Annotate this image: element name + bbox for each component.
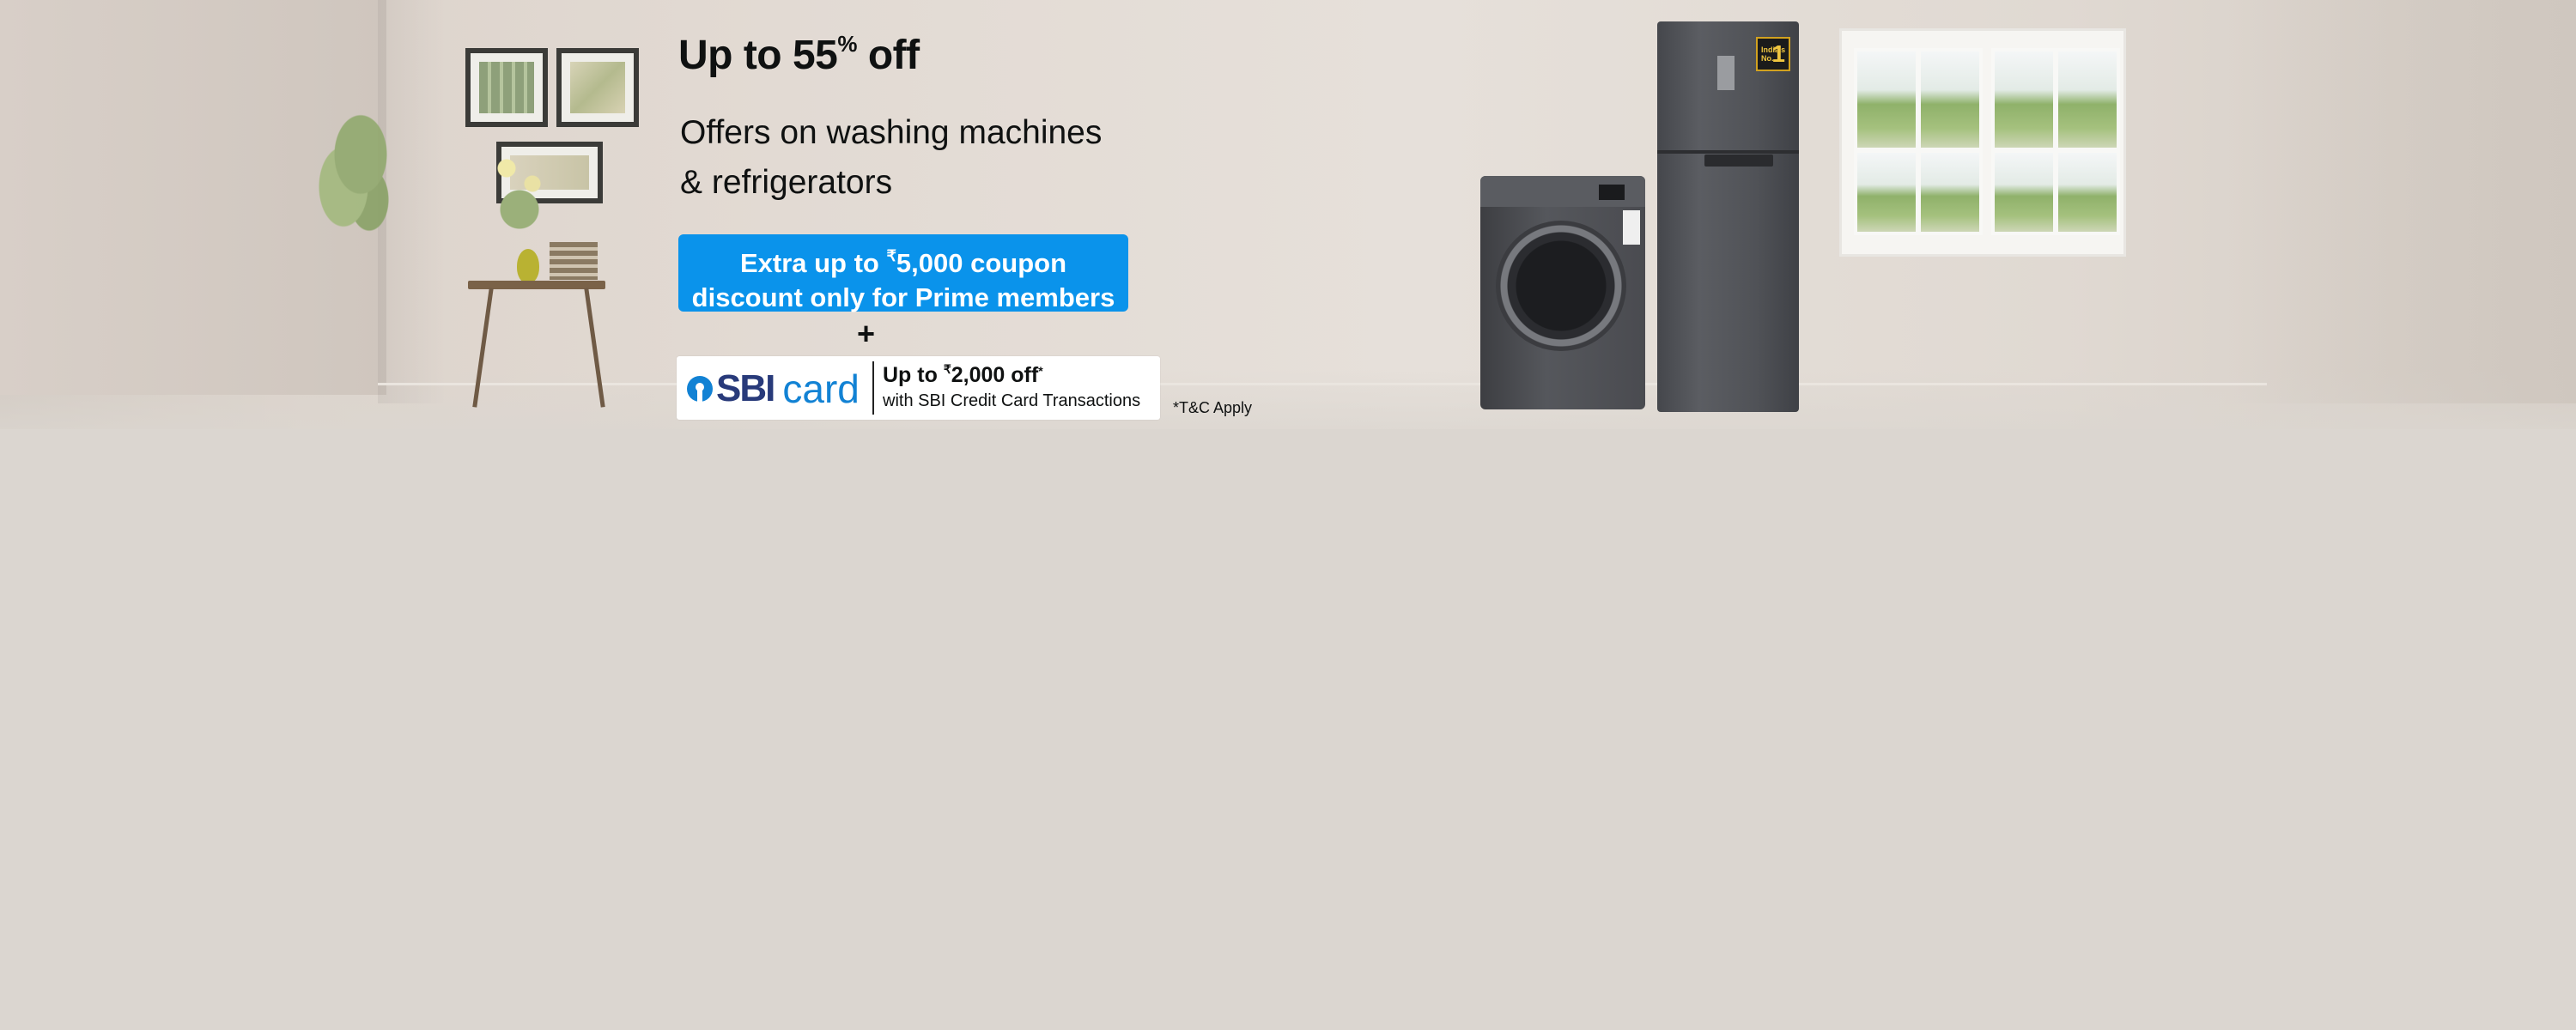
flowers-image xyxy=(481,137,567,240)
books-image xyxy=(550,242,598,280)
sbi-card-logo: SBI card xyxy=(687,367,860,411)
washer-door xyxy=(1496,221,1626,351)
vase-image xyxy=(517,249,539,283)
floor-line xyxy=(378,383,2267,385)
subheadline-line-1: Offers on washing machines xyxy=(680,114,1103,151)
window-image xyxy=(1839,28,2126,257)
sbi-offer-subtitle: with SBI Credit Card Transactions xyxy=(883,391,1141,410)
subheadline: Offers on washing machines & refrigerato… xyxy=(680,108,1102,208)
sbi-logo-icon xyxy=(687,376,713,402)
washing-machine-image[interactable] xyxy=(1480,176,1645,409)
plant-image xyxy=(309,103,395,232)
right-wall xyxy=(2233,0,2576,403)
sbi-card-offer[interactable]: SBI card Up to ₹2,000 off* with SBI Cred… xyxy=(677,356,1160,420)
terms-conditions: *T&C Apply xyxy=(1173,399,1253,416)
plus-sign: + xyxy=(857,316,876,351)
refrigerator-image[interactable]: India's No. 1 xyxy=(1657,21,1799,412)
headline: Up to 55% off xyxy=(678,31,920,78)
divider xyxy=(872,361,874,415)
wall-frame-1 xyxy=(465,48,548,127)
prime-coupon-offer[interactable]: Extra up to ₹5,000 coupon discount only … xyxy=(678,234,1128,312)
india-no1-badge: India's No. 1 xyxy=(1756,37,1790,71)
wall-frame-2 xyxy=(556,48,639,127)
sbi-offer-title: Up to ₹2,000 off* xyxy=(883,362,1043,387)
subheadline-line-2: & refrigerators xyxy=(680,164,893,201)
